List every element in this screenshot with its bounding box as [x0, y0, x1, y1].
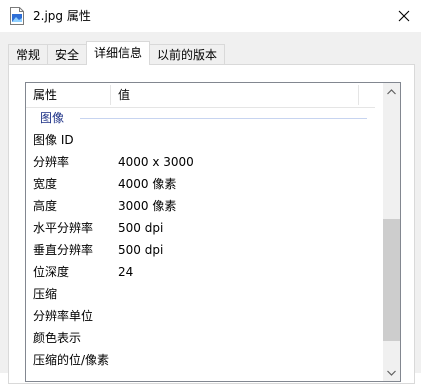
scroll-up-button[interactable]	[383, 83, 400, 100]
list-item[interactable]: 分辨率 4000 x 3000	[26, 151, 375, 173]
property-name: 颜色表示	[33, 331, 82, 345]
property-name: 水平分辨率	[33, 221, 94, 235]
group-divider	[80, 118, 367, 119]
tab-general[interactable]: 常规	[8, 44, 49, 65]
column-divider[interactable]	[358, 85, 359, 105]
property-name: 压缩	[33, 287, 58, 301]
close-button[interactable]	[387, 0, 421, 32]
tab-previous-versions[interactable]: 以前的版本	[149, 44, 226, 65]
property-value: 500 dpi	[118, 243, 164, 257]
property-name: 高度	[33, 199, 58, 213]
column-divider[interactable]	[110, 85, 111, 105]
group-label: 图像	[40, 111, 65, 125]
property-value: 4000 像素	[118, 177, 177, 191]
list-item[interactable]: 颜色表示	[26, 327, 375, 349]
scroll-up-arrow-icon	[387, 88, 396, 94]
tab-strip: 常规 安全 详细信息 以前的版本	[8, 41, 226, 65]
property-list[interactable]: 属性 值 图像 图像 ID 分辨率 4000 x 3000 宽度 4000 像素 高…	[25, 82, 401, 382]
property-name: 图像 ID	[33, 133, 74, 147]
list-item[interactable]: 分辨率单位	[26, 305, 375, 327]
dialog-body: 常规 安全 详细信息 以前的版本 属性 值 图像 图像 ID 分辨率 4000 x…	[0, 32, 421, 384]
scroll-thumb[interactable]	[383, 219, 400, 341]
property-rows: 图像 ID 分辨率 4000 x 3000 宽度 4000 像素 高度 3000 像素…	[26, 129, 375, 371]
property-value: 3000 像素	[118, 199, 177, 213]
list-item[interactable]: 位深度 24	[26, 261, 375, 283]
property-value: 24	[118, 265, 134, 279]
tab-details[interactable]: 详细信息	[86, 41, 151, 65]
tab-security[interactable]: 安全	[47, 44, 88, 65]
property-name: 宽度	[33, 177, 58, 191]
close-icon	[398, 10, 410, 22]
property-name: 压缩的位/像素	[33, 353, 110, 367]
list-item[interactable]: 水平分辨率 500 dpi	[26, 217, 375, 239]
list-item[interactable]: 宽度 4000 像素	[26, 173, 375, 195]
property-value: 4000 x 3000	[118, 155, 194, 169]
list-item[interactable]: 压缩	[26, 283, 375, 305]
column-header-property[interactable]: 属性	[33, 83, 57, 107]
group-header-image[interactable]: 图像	[26, 107, 375, 129]
list-item[interactable]: 图像 ID	[26, 129, 375, 151]
column-header-value[interactable]: 值	[118, 83, 130, 107]
list-item[interactable]: 垂直分辨率 500 dpi	[26, 239, 375, 261]
window-title: 2.jpg 属性	[33, 9, 91, 23]
list-item[interactable]: 高度 3000 像素	[26, 195, 375, 217]
property-name: 分辨率	[33, 155, 70, 169]
property-name: 分辨率单位	[33, 309, 94, 323]
list-header: 属性 值	[26, 83, 375, 108]
list-item[interactable]: 压缩的位/像素	[26, 349, 375, 371]
vertical-scrollbar[interactable]	[383, 83, 400, 381]
property-name: 位深度	[33, 265, 70, 279]
property-name: 垂直分辨率	[33, 243, 94, 257]
details-panel: 属性 值 图像 图像 ID 分辨率 4000 x 3000 宽度 4000 像素 高…	[8, 64, 415, 384]
property-value: 500 dpi	[118, 221, 164, 235]
image-file-icon	[9, 7, 25, 25]
title-bar: 2.jpg 属性	[0, 0, 421, 32]
